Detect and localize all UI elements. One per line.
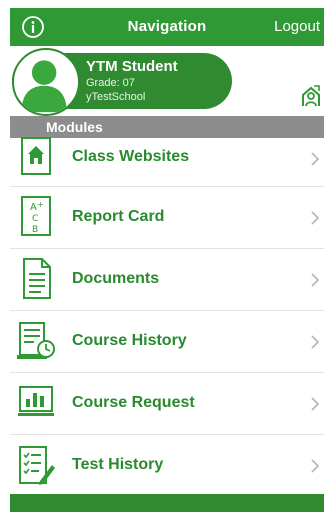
student-profile: YTM Student Grade: 07 yTestSchool — [10, 46, 324, 116]
course-history-icon — [17, 322, 55, 359]
student-school: yTestSchool — [86, 91, 146, 103]
course-request-icon — [18, 386, 54, 416]
chevron-right-icon — [311, 459, 320, 473]
chevron-right-icon — [311, 335, 320, 349]
svg-text:C: C — [32, 214, 38, 224]
student-name: YTM Student — [86, 58, 178, 75]
module-course-request[interactable]: Course Request — [10, 373, 324, 435]
switch-student-icon[interactable] — [300, 82, 322, 108]
module-class-websites[interactable]: Class Websites — [10, 137, 324, 187]
chevron-right-icon — [311, 397, 320, 411]
bottom-bar — [10, 494, 324, 512]
navigation-bar: Navigation Logout — [10, 8, 324, 46]
avatar — [12, 48, 80, 116]
module-label: Course History — [72, 332, 187, 349]
module-label: Course Request — [72, 394, 195, 411]
module-label: Class Websites — [72, 148, 190, 165]
modules-section-header: Modules — [10, 116, 324, 138]
document-icon — [23, 258, 51, 299]
chevron-right-icon — [311, 273, 320, 287]
report-card-icon: A + C B — [21, 196, 51, 236]
svg-text:A: A — [30, 202, 37, 213]
chevron-right-icon — [311, 211, 320, 225]
modules-list: Class Websites A + C B Report Card Docum… — [10, 137, 324, 497]
svg-text:+: + — [37, 200, 44, 209]
chevron-right-icon — [311, 152, 320, 166]
module-label: Test History — [72, 456, 164, 473]
modules-header-label: Modules — [46, 119, 103, 135]
module-course-history[interactable]: Course History — [10, 311, 324, 373]
user-silhouette-icon — [21, 60, 67, 113]
module-documents[interactable]: Documents — [10, 249, 324, 311]
student-grade: Grade: 07 — [86, 77, 135, 89]
module-report-card[interactable]: A + C B Report Card — [10, 187, 324, 249]
module-label: Documents — [72, 270, 160, 287]
test-history-icon — [19, 446, 55, 485]
svg-text:B: B — [32, 225, 38, 235]
module-label: Report Card — [72, 208, 165, 225]
logout-button[interactable]: Logout — [274, 18, 320, 35]
school-house-icon — [21, 137, 51, 175]
module-test-history[interactable]: Test History — [10, 435, 324, 497]
